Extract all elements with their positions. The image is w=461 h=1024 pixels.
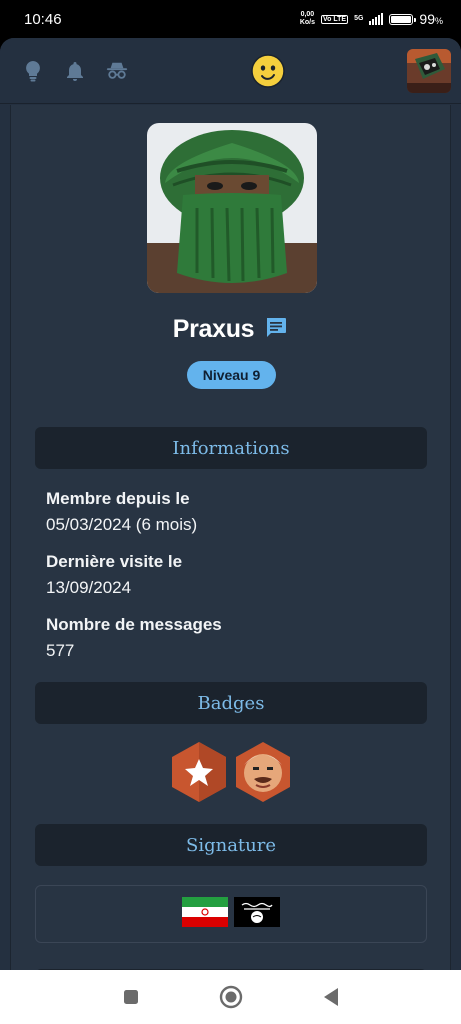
top-navigation [0,38,461,104]
recent-apps-button[interactable] [119,985,143,1009]
battery-icon [389,13,417,25]
network-type: 5G [354,15,364,22]
status-time: 10:46 [24,10,62,28]
network-speed: 0,00 Ko/s [300,11,315,27]
messages-count-label: Nombre de messages [46,615,222,634]
lightbulb-icon[interactable] [22,60,44,82]
character-badge[interactable] [234,741,292,808]
user-avatar[interactable] [407,48,451,93]
signal-icon [369,13,384,25]
battery-percent: 99% [419,11,443,27]
signature-box [35,885,427,943]
battery-percent-unit: % [434,16,443,26]
volte-indicator: Vo LTE [320,14,349,24]
section-informations[interactable]: Informations [35,427,427,469]
last-visit-value: 13/09/2024 [46,578,132,597]
status-indicators: 0,00 Ko/s Vo LTE 5G 99% [300,11,443,27]
status-bar: 10:46 0,00 Ko/s Vo LTE 5G 99% [0,0,461,38]
badges-list [11,741,450,808]
back-button[interactable] [319,985,343,1009]
app-container: Praxus Niveau 9 Informations Membre depu… [0,38,461,970]
nav-left-icons [22,60,128,82]
network-speed-value: 0,00 [300,11,315,18]
chat-icon[interactable] [264,315,288,344]
star-badge[interactable] [170,741,228,808]
iran-flag [182,896,228,932]
messages-count-value: 577 [46,641,75,660]
profile-content: Praxus Niveau 9 Informations Membre depu… [10,105,451,970]
network-speed-unit: Ko/s [299,19,315,26]
section-badges[interactable]: Badges [35,682,427,724]
member-since-value: 05/03/2024 (6 mois) [46,515,198,534]
member-since-label: Membre depuis le [46,489,190,508]
profile-picture [147,123,317,293]
level-badge: Niveau 9 [187,361,276,389]
bell-icon[interactable] [64,60,86,82]
last-visit-label: Dernière visite le [46,552,183,571]
section-signature[interactable]: Signature [35,824,427,866]
battery-percent-value: 99 [419,11,435,27]
username: Praxus [172,315,255,343]
incognito-icon[interactable] [106,60,128,82]
home-button[interactable] [219,985,243,1009]
android-navigation-bar [0,970,461,1024]
black-flag [234,896,280,932]
profile-name-row: Praxus [11,315,450,344]
smiley-face-logo[interactable] [250,53,285,88]
